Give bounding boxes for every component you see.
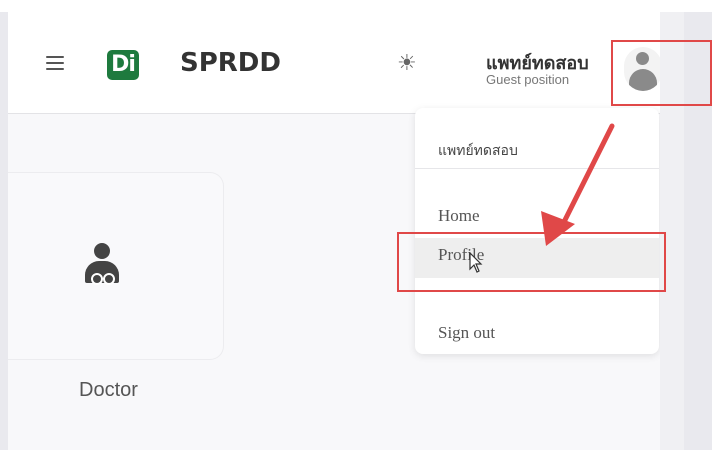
- annotation-arrow-icon: [541, 123, 615, 246]
